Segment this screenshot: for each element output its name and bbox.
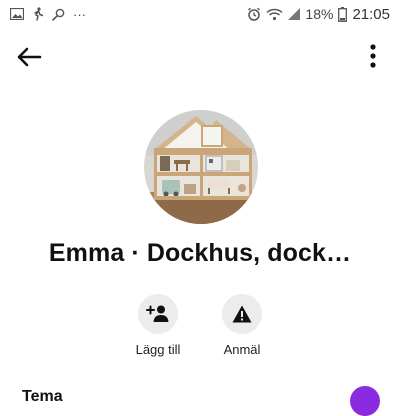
status-left: ··· xyxy=(10,7,86,22)
status-bar: ··· 18% 21:05 xyxy=(0,0,400,28)
profile-avatar[interactable] xyxy=(144,110,258,224)
more-options-button[interactable] xyxy=(366,42,380,72)
battery-icon xyxy=(338,6,348,22)
gallery-icon xyxy=(10,8,24,20)
report-circle xyxy=(222,294,262,334)
add-friend-button[interactable]: Lägg till xyxy=(118,294,198,357)
report-label: Anmäl xyxy=(223,342,261,357)
back-button[interactable] xyxy=(14,43,46,71)
add-friend-circle xyxy=(138,294,178,334)
signal-icon xyxy=(288,8,301,20)
theme-color-dot[interactable] xyxy=(350,386,380,416)
more-vertical-icon xyxy=(370,44,376,68)
wifi-icon xyxy=(266,8,283,20)
notification-ellipsis: ··· xyxy=(73,6,86,22)
walking-icon xyxy=(34,7,44,21)
back-arrow-icon xyxy=(17,47,42,67)
clock: 21:05 xyxy=(352,5,390,23)
status-right: 18% 21:05 xyxy=(247,6,390,23)
battery-percent: 18% xyxy=(305,6,334,22)
alarm-icon xyxy=(248,7,261,21)
add-person-icon xyxy=(146,305,169,322)
search-icon xyxy=(52,8,65,21)
app-bar xyxy=(0,34,400,80)
warning-icon xyxy=(232,305,252,323)
profile-name: Emma · Dockhus, dock… xyxy=(48,239,352,267)
dollhouse-photo xyxy=(144,110,258,224)
theme-section-title: Tema xyxy=(22,388,63,405)
add-friend-label: Lägg till xyxy=(135,342,181,357)
report-button[interactable]: Anmäl xyxy=(202,294,282,357)
